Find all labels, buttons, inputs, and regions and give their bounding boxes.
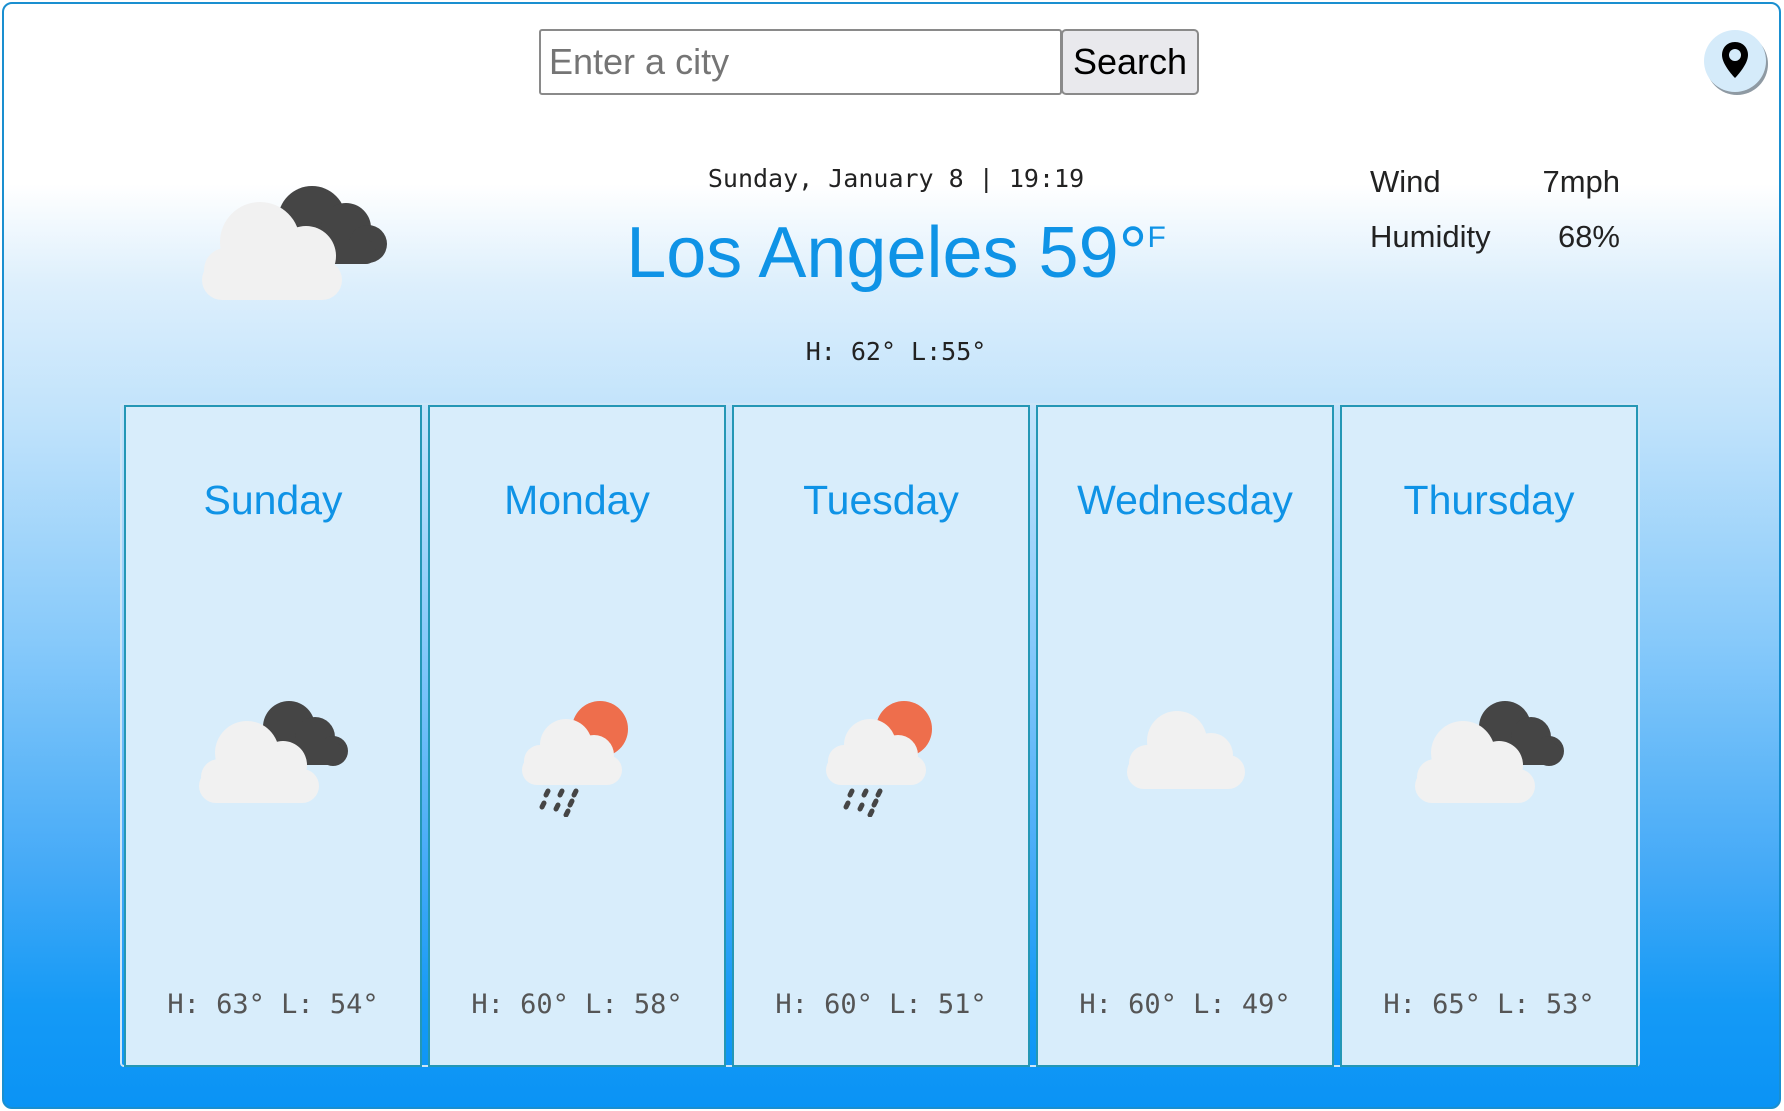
- location-button[interactable]: [1704, 30, 1766, 92]
- city-name: Los Angeles: [626, 213, 1019, 293]
- forecast-list: Sunday H: 63° L: 54° Monday H: 60° L: 58…: [120, 403, 1640, 1067]
- forecast-day-name: Wednesday: [1077, 477, 1293, 523]
- current-hilo: H: 62° L:55°: [805, 337, 987, 366]
- current-temperature: 59°: [1038, 213, 1148, 293]
- forecast-temps: H: 60° L: 49°: [1079, 989, 1291, 1020]
- humidity-label: Humidity: [1370, 219, 1491, 254]
- cloud-icon: [1127, 711, 1245, 789]
- search-input[interactable]: [539, 29, 1062, 95]
- weather-stats: Wind 7mph Humidity 68%: [1370, 164, 1620, 274]
- forecast-card-monday: Monday H: 60° L: 58°: [428, 405, 726, 1067]
- forecast-temps: H: 60° L: 58°: [471, 989, 683, 1020]
- cloudy-dark-icon: [199, 701, 348, 803]
- forecast-temps: H: 63° L: 54°: [167, 989, 379, 1020]
- weather-app: Search Sunday, January 8 | 19:19 Los Ang…: [2, 2, 1781, 1109]
- wind-label: Wind: [1370, 164, 1441, 199]
- forecast-day-name: Tuesday: [803, 477, 959, 523]
- wind-row: Wind 7mph: [1370, 164, 1620, 219]
- forecast-day-name: Sunday: [203, 477, 343, 523]
- humidity-value: 68%: [1557, 219, 1620, 254]
- rain-sun-icon: [522, 701, 628, 817]
- forecast-card-tuesday: Tuesday H: 60° L: 51°: [732, 405, 1030, 1067]
- wind-value: 7mph: [1542, 164, 1620, 199]
- forecast-card-wednesday: Wednesday H: 60° L: 49°: [1036, 405, 1334, 1067]
- cloudy-dark-icon: [1415, 701, 1564, 803]
- rain-sun-icon: [826, 701, 932, 817]
- humidity-row: Humidity 68%: [1370, 219, 1620, 274]
- forecast-day-name: Monday: [504, 477, 650, 523]
- temperature-unit: F: [1147, 221, 1166, 254]
- forecast-temps: H: 60° L: 51°: [775, 989, 987, 1020]
- forecast-day-name: Thursday: [1403, 477, 1575, 523]
- forecast-temps: H: 65° L: 53°: [1383, 989, 1595, 1020]
- forecast-card-sunday: Sunday H: 63° L: 54°: [124, 405, 422, 1067]
- forecast-card-thursday: Thursday H: 65° L: 53°: [1340, 405, 1638, 1067]
- map-pin-icon: [1722, 42, 1748, 78]
- search-button[interactable]: Search: [1061, 29, 1199, 95]
